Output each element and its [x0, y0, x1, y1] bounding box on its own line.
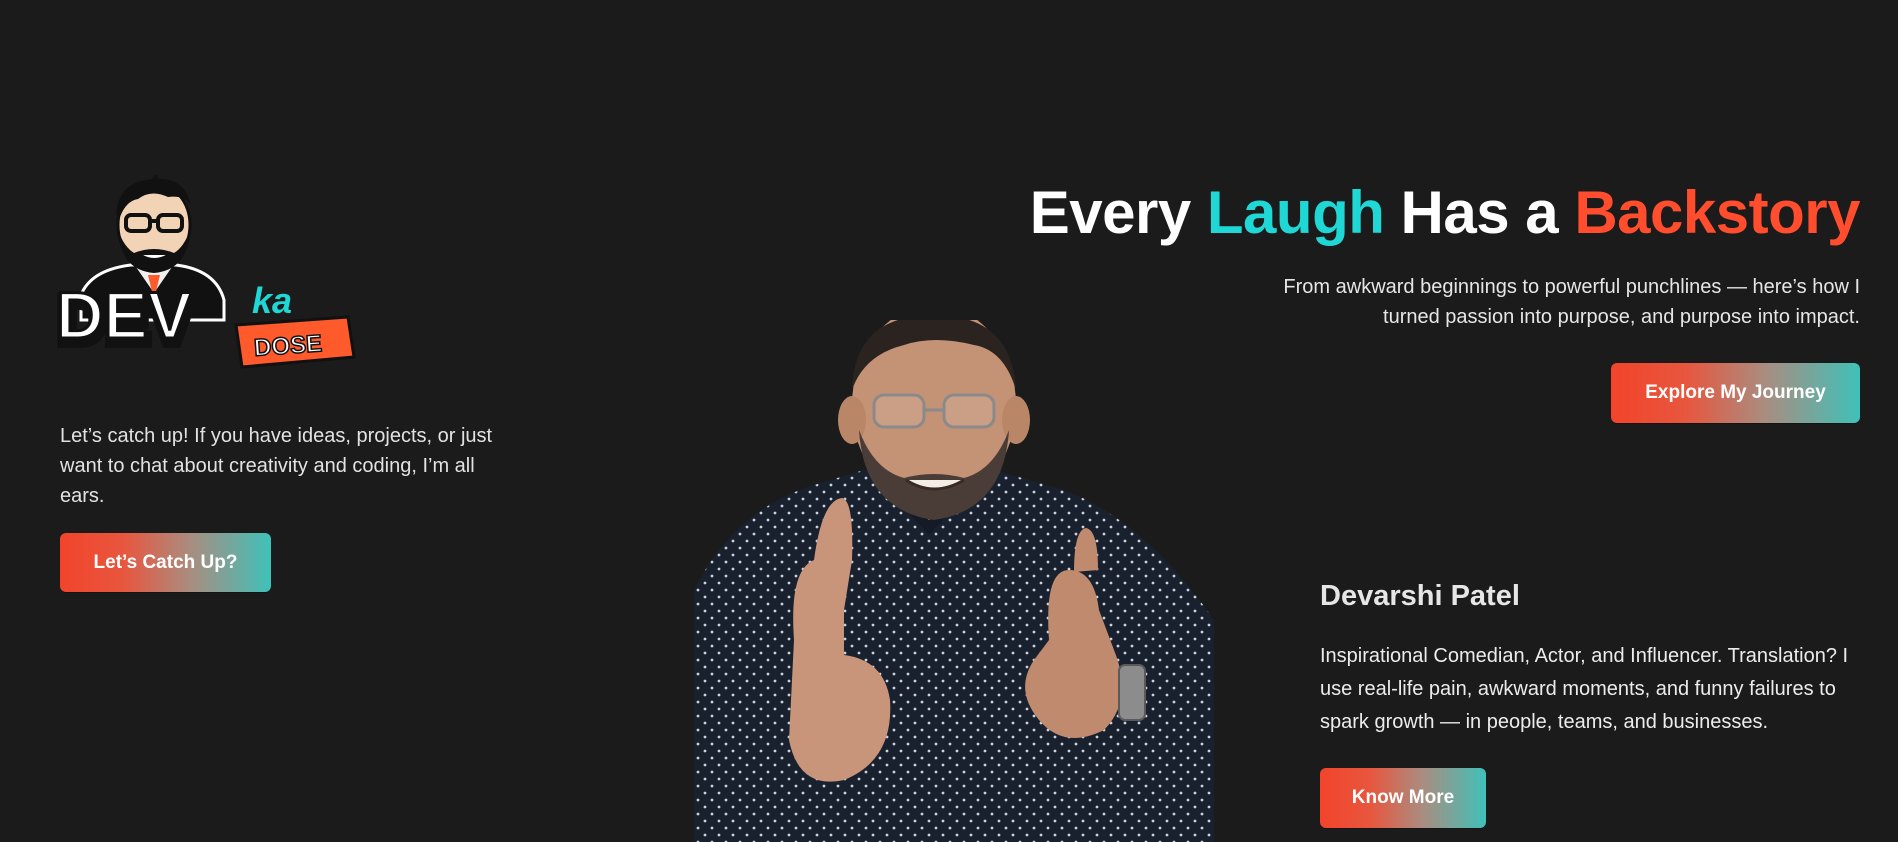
hero-title: Every Laugh Has a Backstory	[1029, 178, 1861, 247]
hero-subtitle: From awkward beginnings to powerful punc…	[1283, 276, 1860, 328]
page: DEV DEV ka DOSE Let’s catch up! If you h…	[0, 0, 1898, 842]
hero-title-part2: Has a	[1384, 179, 1575, 246]
profile-photo	[694, 320, 1234, 842]
bio-description: Inspirational Comedian, Actor, and Influ…	[1320, 645, 1849, 733]
logo-dev-text: DEV	[56, 278, 192, 352]
catch-up-button[interactable]: Let’s Catch Up?	[60, 533, 271, 592]
hero-title-laugh: Laugh	[1206, 179, 1385, 246]
hero-title-backstory: Backstory	[1574, 179, 1860, 246]
intro-text: Let’s catch up! If you have ideas, proje…	[60, 425, 493, 507]
know-more-button[interactable]: Know More	[1320, 768, 1486, 828]
bio-name: Devarshi Patel	[1320, 580, 1520, 612]
hero-title-part1: Every	[1029, 179, 1207, 246]
dev-ka-dose-logo-icon: DEV DEV ka DOSE	[56, 175, 356, 369]
logo-dose-text: DOSE	[253, 330, 323, 362]
person-pointing-photo-icon	[694, 320, 1214, 842]
explore-journey-button[interactable]: Explore My Journey	[1611, 363, 1860, 423]
logo-ka-text: ka	[252, 280, 292, 321]
site-logo[interactable]: DEV DEV ka DOSE	[56, 175, 366, 405]
